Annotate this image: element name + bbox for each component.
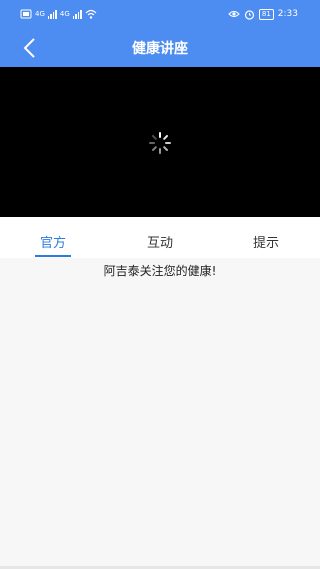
tab-tips[interactable]: 提示 [231, 225, 301, 258]
carrier-label-1: 4G [35, 10, 45, 18]
active-tab-indicator [35, 255, 71, 257]
battery-percent: 81 [261, 9, 271, 18]
page-title: 健康讲座 [132, 41, 188, 57]
content-area: 阿吉泰关注您的健康! [0, 258, 320, 569]
battery-icon: 81 [258, 8, 274, 20]
clock: 2:33 [277, 9, 298, 19]
eye-icon [228, 11, 240, 17]
status-left: 4G 4G [20, 8, 97, 20]
status-bar: 4G 4G 81 2:33 [0, 0, 320, 28]
sim-icon [20, 9, 32, 19]
header-bar: 健康讲座 [0, 28, 320, 67]
wifi-icon [85, 9, 97, 19]
welcome-message: 阿吉泰关注您的健康! [103, 264, 217, 278]
tab-interaction[interactable]: 互动 [125, 225, 195, 258]
signal-icon [47, 9, 57, 19]
loading-spinner-icon [149, 132, 171, 154]
status-right: 81 2:33 [228, 8, 298, 20]
tab-official[interactable]: 官方 [18, 225, 88, 258]
carrier-label-2: 4G [59, 10, 70, 18]
divider [0, 217, 320, 225]
alarm-icon [244, 9, 254, 20]
tab-bar: 官方 互动 提示 [0, 225, 320, 258]
signal-icon [72, 9, 82, 19]
